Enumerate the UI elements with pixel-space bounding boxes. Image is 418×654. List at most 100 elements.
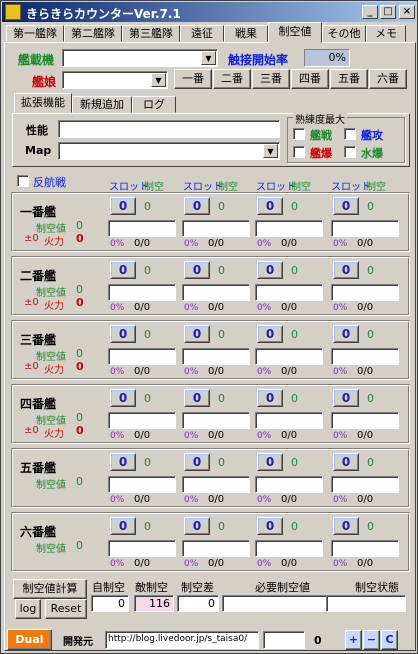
ship-select[interactable]: ▼ — [62, 71, 168, 89]
subtab-extensions[interactable]: 拡張機能 — [14, 93, 72, 113]
slot-count-button[interactable]: 0 — [257, 261, 283, 279]
slot-count-button[interactable]: 0 — [184, 325, 210, 343]
reverse-battle-checkbox[interactable] — [17, 175, 29, 187]
needed-air-field[interactable] — [222, 595, 342, 612]
equipment-field[interactable] — [331, 412, 399, 429]
slot-count-button[interactable]: 0 — [333, 197, 359, 215]
slot-count-button[interactable]: 0 — [333, 261, 359, 279]
map-select[interactable]: ▼ — [58, 142, 280, 160]
ship-slot-6-button[interactable]: 六番 — [369, 69, 407, 89]
equipment-field[interactable] — [108, 476, 176, 493]
chevron-down-icon[interactable]: ▼ — [201, 51, 216, 65]
ship-slot-4-button[interactable]: 四番 — [291, 69, 329, 89]
tab-expedition[interactable]: 遠征 — [180, 25, 224, 42]
slot-count-button[interactable]: 0 — [110, 325, 136, 343]
slot-count-button[interactable]: 0 — [333, 517, 359, 535]
minus-button[interactable]: − — [363, 630, 380, 650]
equipment-field[interactable] — [331, 220, 399, 237]
tab-fleet-2[interactable]: 第二艦隊 — [64, 25, 122, 42]
tab-fleet-1[interactable]: 第一艦隊 — [6, 25, 64, 42]
equipment-field[interactable] — [331, 476, 399, 493]
equipment-field[interactable] — [255, 412, 323, 429]
ship-slot-2-button[interactable]: 二番 — [213, 69, 251, 89]
maximize-button[interactable]: □ — [380, 5, 396, 19]
clear-button[interactable]: C — [381, 630, 398, 650]
slot-count-button[interactable]: 0 — [257, 453, 283, 471]
enemy-air-field[interactable]: 116 — [134, 595, 174, 612]
slot-ratio: 0/0 — [208, 494, 225, 505]
own-air-field[interactable]: 0 — [91, 595, 129, 612]
equipment-field[interactable] — [182, 348, 250, 365]
slot-count-button[interactable]: 0 — [184, 389, 210, 407]
contact-rate-value: 0% — [304, 49, 350, 67]
equipment-field[interactable] — [108, 412, 176, 429]
slot-count-button[interactable]: 0 — [333, 389, 359, 407]
equipment-field[interactable] — [255, 220, 323, 237]
ship-slot-1-button[interactable]: 一番 — [174, 69, 212, 89]
tab-fleet-3[interactable]: 第三艦隊 — [122, 25, 180, 42]
tab-results[interactable]: 戦果 — [224, 25, 268, 42]
air-state-field[interactable] — [326, 595, 406, 612]
torpedo-bomber-checkbox[interactable] — [344, 128, 356, 140]
slot-count-button[interactable]: 0 — [110, 389, 136, 407]
escort-select[interactable]: ▼ — [62, 49, 218, 67]
ship-slot-5-button[interactable]: 五番 — [330, 69, 368, 89]
slot-count-button[interactable]: 0 — [257, 517, 283, 535]
equipment-field[interactable] — [182, 540, 250, 557]
subtab-log[interactable]: ログ — [132, 96, 176, 113]
equipment-field[interactable] — [108, 348, 176, 365]
equipment-field[interactable] — [182, 476, 250, 493]
slot-count-button[interactable]: 0 — [110, 517, 136, 535]
air-diff-field[interactable]: 0 — [177, 595, 219, 612]
subtab-new[interactable]: 新規追加 — [72, 96, 132, 113]
slot-count-button[interactable]: 0 — [333, 325, 359, 343]
dual-button[interactable]: Dual — [7, 629, 52, 650]
tab-memo[interactable]: メモ — [366, 25, 406, 42]
slot-count-button[interactable]: 0 — [110, 453, 136, 471]
slot-count-button[interactable]: 0 — [257, 197, 283, 215]
equipment-field[interactable] — [182, 412, 250, 429]
title-bar[interactable]: きらきらカウンターVer.7.1 _ □ × — [2, 2, 416, 22]
slot-count-button[interactable]: 0 — [333, 453, 359, 471]
equipment-field[interactable] — [331, 540, 399, 557]
fighter-checkbox[interactable] — [293, 128, 305, 140]
equipment-field[interactable] — [255, 348, 323, 365]
equipment-field[interactable] — [108, 284, 176, 301]
calc-air-button[interactable]: 制空値計算 — [13, 579, 87, 599]
seaplane-bomber-checkbox[interactable] — [344, 146, 356, 158]
equipment-field[interactable] — [182, 284, 250, 301]
slot-count-button[interactable]: 0 — [257, 325, 283, 343]
close-button[interactable]: × — [399, 5, 415, 19]
stats-field[interactable] — [58, 120, 280, 138]
plus-button[interactable]: + — [345, 630, 362, 650]
equipment-field[interactable] — [331, 284, 399, 301]
equipment-field[interactable] — [331, 348, 399, 365]
slot-count-button[interactable]: 0 — [184, 453, 210, 471]
equipment-field[interactable] — [108, 220, 176, 237]
equipment-field[interactable] — [255, 476, 323, 493]
equipment-field[interactable] — [255, 284, 323, 301]
ship-slot-3-button[interactable]: 三番 — [252, 69, 290, 89]
chevron-down-icon[interactable]: ▼ — [263, 144, 278, 158]
counter-field[interactable] — [263, 631, 305, 649]
slot-count-button[interactable]: 0 — [110, 261, 136, 279]
equipment-field[interactable] — [182, 220, 250, 237]
ship-name: 四番艦 — [20, 397, 57, 411]
slot-count-button[interactable]: 0 — [184, 197, 210, 215]
tab-air-power[interactable]: 制空値 — [268, 22, 322, 43]
reset-button[interactable]: Reset — [45, 599, 87, 619]
log-button[interactable]: log — [15, 599, 41, 619]
slot-count-button[interactable]: 0 — [257, 389, 283, 407]
equipment-field[interactable] — [255, 540, 323, 557]
equipment-field[interactable] — [108, 540, 176, 557]
slot-proficiency-pct: 0% — [333, 431, 348, 441]
tab-other[interactable]: その他 — [322, 25, 366, 42]
slot-count-button[interactable]: 0 — [184, 261, 210, 279]
dive-bomber-checkbox[interactable] — [293, 146, 305, 158]
chevron-down-icon[interactable]: ▼ — [151, 73, 166, 87]
slot-count-button[interactable]: 0 — [184, 517, 210, 535]
developer-url-field[interactable]: http://blog.livedoor.jp/s_taisa0/ — [105, 631, 259, 649]
slot-count-button[interactable]: 0 — [110, 197, 136, 215]
stats-label: 性能 — [26, 124, 48, 137]
minimize-button[interactable]: _ — [362, 5, 378, 19]
